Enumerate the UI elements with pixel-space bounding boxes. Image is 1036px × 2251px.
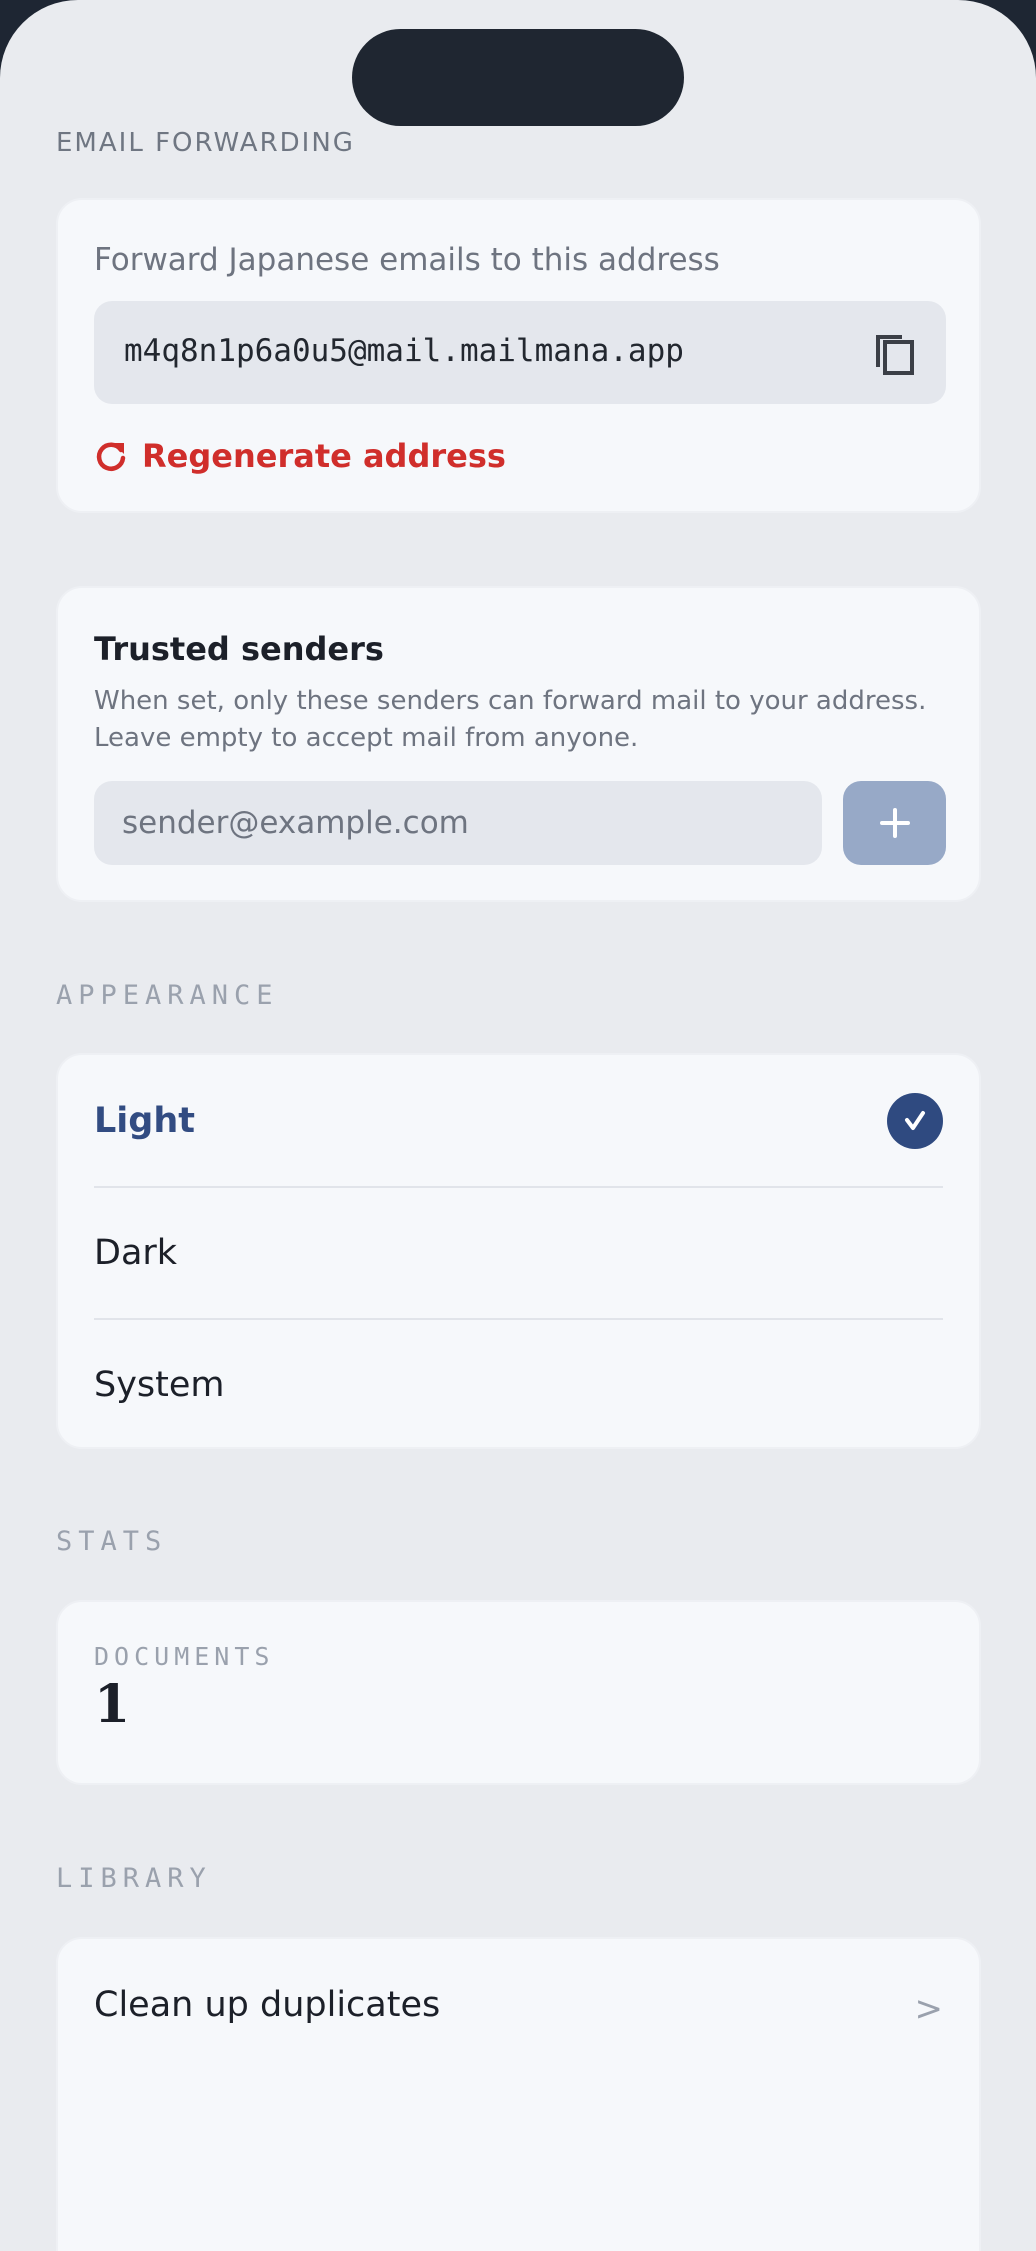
appearance-option-dark[interactable]: Dark <box>58 1187 979 1318</box>
library-section-label: LIBRARY <box>56 1863 212 1894</box>
stats-section-label: STATS <box>56 1526 168 1557</box>
library-item-clean-up-duplicates[interactable]: Clean up duplicates > <box>58 1939 979 2074</box>
add-sender-button[interactable] <box>843 781 946 865</box>
option-label: Dark <box>94 1232 178 1273</box>
stats-card: DOCUMENTS 1 <box>56 1600 981 1785</box>
trusted-senders-title: Trusted senders <box>94 630 384 668</box>
appearance-card: Light Dark System <box>56 1053 981 1449</box>
email-forwarding-section-label: EMAIL FORWARDING <box>56 128 355 158</box>
appearance-option-system[interactable]: System <box>58 1319 979 1450</box>
email-forwarding-card: Forward Japanese emails to this address … <box>56 198 981 513</box>
copy-icon[interactable] <box>872 327 918 377</box>
trusted-senders-description: When set, only these senders can forward… <box>94 686 927 753</box>
forwarding-address: m4q8n1p6a0u5@mail.mailmana.app <box>124 333 684 369</box>
appearance-section-label: APPEARANCE <box>56 980 279 1011</box>
option-label: Light <box>94 1100 196 1141</box>
documents-label: DOCUMENTS <box>94 1642 275 1671</box>
checkmark-icon <box>887 1092 943 1149</box>
refresh-icon <box>96 442 126 471</box>
dynamic-island <box>352 29 684 126</box>
regenerate-address-button[interactable]: Regenerate address <box>94 436 506 476</box>
trusted-senders-card: Trusted senders When set, only these sen… <box>56 586 981 902</box>
option-label: System <box>94 1364 225 1405</box>
settings-screen: EMAIL FORWARDING Forward Japanese emails… <box>0 0 1036 2251</box>
library-card: Clean up duplicates > <box>56 1937 981 2251</box>
sender-email-input[interactable] <box>94 781 822 865</box>
forwarding-address-box[interactable]: m4q8n1p6a0u5@mail.mailmana.app <box>94 301 946 404</box>
regenerate-address-label: Regenerate address <box>142 437 506 475</box>
plus-icon <box>879 808 910 838</box>
library-item-label: Clean up duplicates <box>94 1985 441 2025</box>
appearance-option-light[interactable]: Light <box>58 1055 979 1186</box>
forwarding-subtitle: Forward Japanese emails to this address <box>94 242 720 278</box>
documents-count: 1 <box>94 1674 131 1735</box>
chevron-right-icon: > <box>914 1989 944 2029</box>
